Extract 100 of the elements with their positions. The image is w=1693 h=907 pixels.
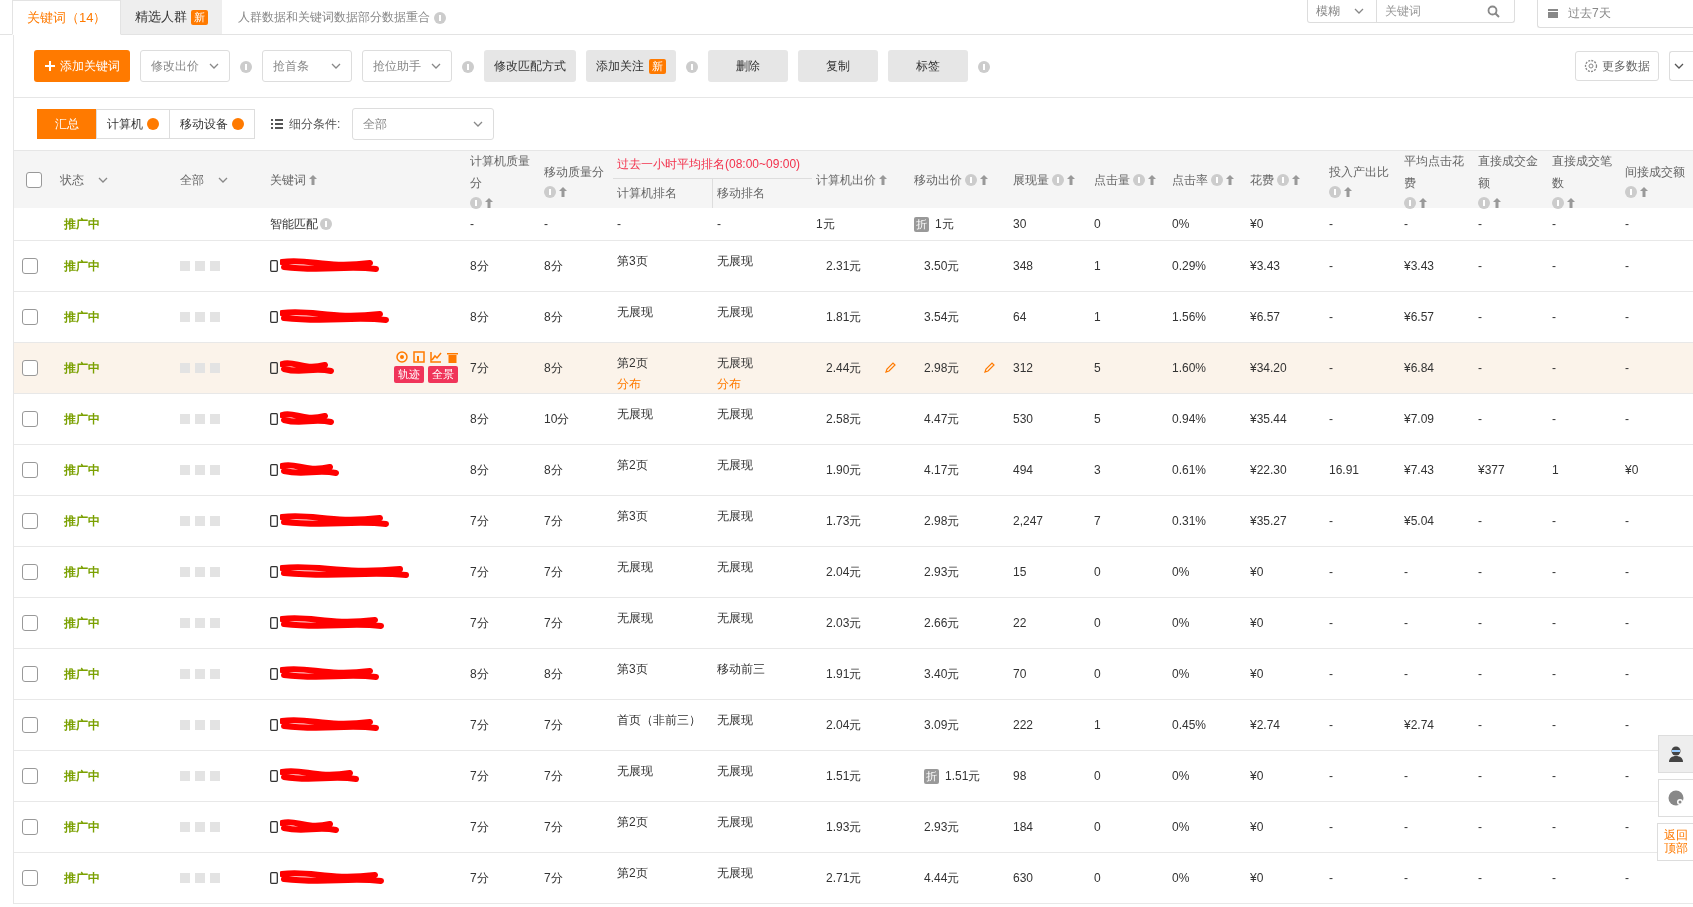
- table-cell: ¥377: [1478, 463, 1505, 477]
- feedback-button[interactable]: [1658, 779, 1693, 817]
- table-cell: 1.81元: [826, 308, 862, 326]
- search-icon[interactable]: [1487, 4, 1500, 18]
- status-text: 推广中: [64, 461, 100, 479]
- table-cell: 184: [1013, 820, 1034, 834]
- sort-arrow-icon[interactable]: [309, 174, 317, 185]
- sort-arrow-icon[interactable]: [1344, 187, 1352, 197]
- table-cell: -: [1404, 616, 1408, 630]
- sort-arrow-icon[interactable]: [1567, 198, 1575, 208]
- sort-arrow-icon[interactable]: [980, 174, 988, 185]
- row-checkbox[interactable]: [22, 462, 38, 478]
- line-chart-icon[interactable]: [430, 351, 442, 363]
- sort-arrow-icon[interactable]: [485, 198, 493, 208]
- table-cell: -: [1329, 565, 1333, 579]
- row-checkbox[interactable]: [22, 309, 38, 325]
- table-cell: -: [1625, 667, 1629, 681]
- plus-icon: [44, 61, 55, 71]
- sort-arrow-icon[interactable]: [1493, 198, 1501, 208]
- sort-arrow-icon[interactable]: [1640, 187, 1648, 197]
- table-cell: 10分: [544, 410, 570, 428]
- distribution-link[interactable]: 分布: [717, 376, 812, 393]
- table-cell: 3.40元: [924, 665, 960, 683]
- table-cell: 无展现: [717, 355, 753, 372]
- more-data-button[interactable]: 更多数据: [1575, 51, 1659, 81]
- table-cell: 1.90元: [826, 461, 862, 479]
- column-header: 点击量: [1094, 171, 1130, 189]
- sort-arrow-icon[interactable]: [559, 187, 567, 197]
- row-checkbox[interactable]: [22, 513, 38, 529]
- row-checkbox[interactable]: [22, 360, 38, 376]
- table-cell: 7分: [470, 716, 489, 734]
- sort-arrow-icon[interactable]: [1226, 174, 1234, 185]
- phone-icon: [270, 362, 278, 374]
- edit-icon[interactable]: [884, 362, 896, 374]
- table-cell: -: [1404, 769, 1408, 783]
- report-icon[interactable]: [413, 351, 425, 363]
- sort-arrow-icon[interactable]: [1292, 174, 1300, 185]
- toolbar-button[interactable]: 复制: [798, 50, 878, 82]
- toolbar-button[interactable]: 删除: [708, 50, 788, 82]
- table-cell: -: [1478, 820, 1482, 834]
- status-text: 推广中: [64, 512, 100, 530]
- table-cell: 0.45%: [1172, 718, 1207, 732]
- segment-tab[interactable]: 移动设备: [169, 109, 255, 139]
- row-checkbox[interactable]: [22, 768, 38, 784]
- tab[interactable]: 精选人群 新: [121, 0, 223, 34]
- dropdown-button[interactable]: 抢首条: [262, 50, 352, 82]
- customer-service-button[interactable]: [1658, 735, 1693, 773]
- row-checkbox[interactable]: [22, 258, 38, 274]
- tab[interactable]: 关键词（14）: [12, 0, 122, 35]
- status-text: 推广中: [64, 614, 100, 632]
- column-header[interactable]: 状态: [60, 168, 84, 191]
- table-cell: ¥0: [1250, 565, 1264, 579]
- column-header[interactable]: 全部: [180, 168, 204, 191]
- table-cell: ¥6.84: [1404, 361, 1435, 375]
- column-header: 展现量: [1013, 171, 1049, 189]
- toolbar-button[interactable]: 添加关注 新: [586, 50, 676, 82]
- segment-tab[interactable]: 汇总: [37, 109, 97, 139]
- edit-icon[interactable]: [983, 362, 995, 374]
- table-cell: 3.50元: [924, 257, 960, 275]
- row-checkbox[interactable]: [22, 819, 38, 835]
- row-checkbox[interactable]: [22, 870, 38, 886]
- sort-arrow-icon[interactable]: [879, 174, 887, 185]
- phone-icon: [270, 515, 278, 527]
- table-cell: 7分: [544, 563, 563, 581]
- filter-select[interactable]: 全部: [352, 108, 495, 140]
- row-checkbox[interactable]: [22, 666, 38, 682]
- target-icon[interactable]: [396, 351, 408, 363]
- list-icon: [271, 119, 283, 129]
- distribution-link[interactable]: 分布: [617, 376, 713, 393]
- table-cell: 无展现: [717, 610, 753, 627]
- column-header: 计算机出价: [816, 171, 876, 189]
- row-checkbox[interactable]: [22, 411, 38, 427]
- dropdown-button[interactable]: 抢位助手: [362, 50, 452, 82]
- tag-button[interactable]: 轨迹: [394, 366, 424, 383]
- search-field[interactable]: 模糊 关键词: [1307, 0, 1515, 23]
- collapse-button[interactable]: [1669, 51, 1693, 81]
- toolbar-button[interactable]: 标签: [888, 50, 968, 82]
- select-all-checkbox[interactable]: [26, 171, 42, 188]
- table-cell: -: [1625, 310, 1629, 324]
- phone-icon: [270, 260, 278, 272]
- sort-arrow-icon[interactable]: [1067, 174, 1075, 185]
- table-cell: 1: [1094, 259, 1101, 273]
- row-checkbox[interactable]: [22, 564, 38, 580]
- sort-arrow-icon[interactable]: [1419, 198, 1427, 208]
- row-checkbox[interactable]: [22, 717, 38, 733]
- trash-icon[interactable]: [447, 351, 458, 363]
- dropdown-button[interactable]: 修改出价: [140, 50, 230, 82]
- tag-button[interactable]: 全景: [428, 366, 458, 383]
- sort-arrow-icon[interactable]: [1148, 174, 1156, 185]
- date-range-select[interactable]: 过去7天: [1537, 0, 1693, 28]
- row-checkbox[interactable]: [22, 615, 38, 631]
- table-cell: 4.17元: [924, 461, 960, 479]
- back-to-top-button[interactable]: 返回顶部: [1657, 823, 1693, 861]
- phone-icon: [270, 413, 278, 425]
- toolbar-button[interactable]: 添加关键词: [34, 50, 130, 82]
- table-cell: 移动前三: [717, 661, 765, 678]
- toolbar-button[interactable]: 修改匹配方式: [484, 50, 576, 82]
- segment-tab[interactable]: 计算机: [96, 109, 170, 139]
- table-cell: ¥0: [1250, 217, 1264, 231]
- table-cell: 0: [1094, 667, 1101, 681]
